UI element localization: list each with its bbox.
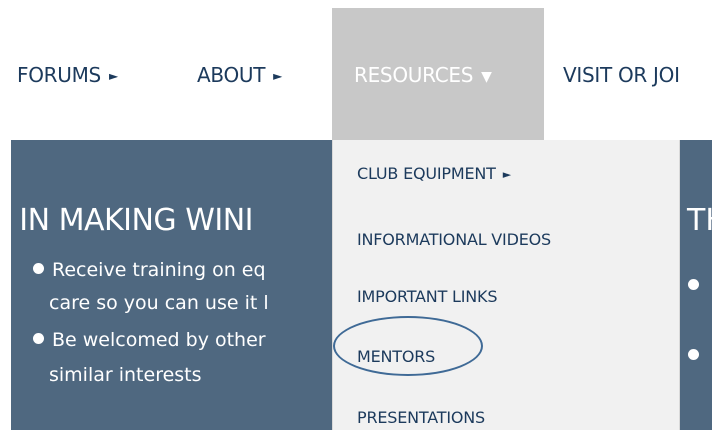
nav-visit-label: VISIT OR JOI: [563, 63, 680, 87]
chevron-right-icon: ►: [273, 69, 283, 83]
bullet-icon: [33, 263, 44, 274]
hero-bullet-line: Be welcomed by other: [33, 325, 266, 355]
hero-line-text: Receive training on eq: [52, 259, 266, 281]
menu-item-important-links[interactable]: IMPORTANT LINKS: [357, 282, 497, 312]
menu-item-mentors[interactable]: MENTORS: [357, 342, 435, 372]
hero-line-text: Be welcomed by other: [52, 329, 266, 351]
hero-heading-right: TH: [687, 203, 712, 238]
menu-item-club-equipment[interactable]: CLUB EQUIPMENT ►: [357, 159, 511, 189]
hero-bullet-line: Receive training on eq: [33, 255, 266, 285]
hero-line-text: care so you can use it l: [49, 292, 269, 314]
page: FORUMS ► ABOUT ► RESOURCES ▼ VISIT OR JOI )…: [0, 0, 712, 430]
hero-line: care so you can use it l: [49, 288, 269, 318]
hero-line-text: similar interests: [49, 364, 202, 386]
bullet-icon: [33, 333, 44, 344]
menu-item-label: INFORMATIONAL VIDEOS: [357, 230, 551, 249]
chevron-down-icon: ▼: [481, 69, 492, 85]
hero-line: similar interests: [49, 360, 202, 390]
bullet-icon: [688, 279, 699, 290]
menu-item-label: IMPORTANT LINKS: [357, 287, 498, 306]
nav-forums[interactable]: FORUMS ►: [17, 60, 157, 90]
nav-resources[interactable]: RESOURCES ▼: [332, 8, 544, 140]
nav-resources-label: RESOURCES: [354, 63, 474, 87]
nav-forums-label: FORUMS: [17, 63, 101, 87]
hero-heading: ) IN MAKING WINI: [11, 203, 254, 238]
menu-item-label: PRESENTATIONS: [357, 408, 485, 427]
nav-about-label: ABOUT: [197, 63, 266, 87]
menu-item-informational-videos[interactable]: INFORMATIONAL VIDEOS: [357, 225, 551, 255]
menu-item-label: CLUB EQUIPMENT: [357, 164, 496, 183]
resources-dropdown-menu: CLUB EQUIPMENT ► INFORMATIONAL VIDEOS IMP…: [332, 140, 680, 430]
nav-about[interactable]: ABOUT ►: [197, 60, 307, 90]
bullet-icon: [688, 349, 699, 360]
menu-item-label: MENTORS: [357, 347, 436, 366]
nav-resources-label-group: RESOURCES ▼: [354, 60, 492, 93]
chevron-right-icon: ►: [108, 69, 118, 83]
menu-item-presentations[interactable]: PRESENTATIONS: [357, 403, 485, 430]
chevron-right-icon: ►: [502, 168, 511, 181]
nav-visit-or-join[interactable]: VISIT OR JOI: [563, 60, 712, 90]
